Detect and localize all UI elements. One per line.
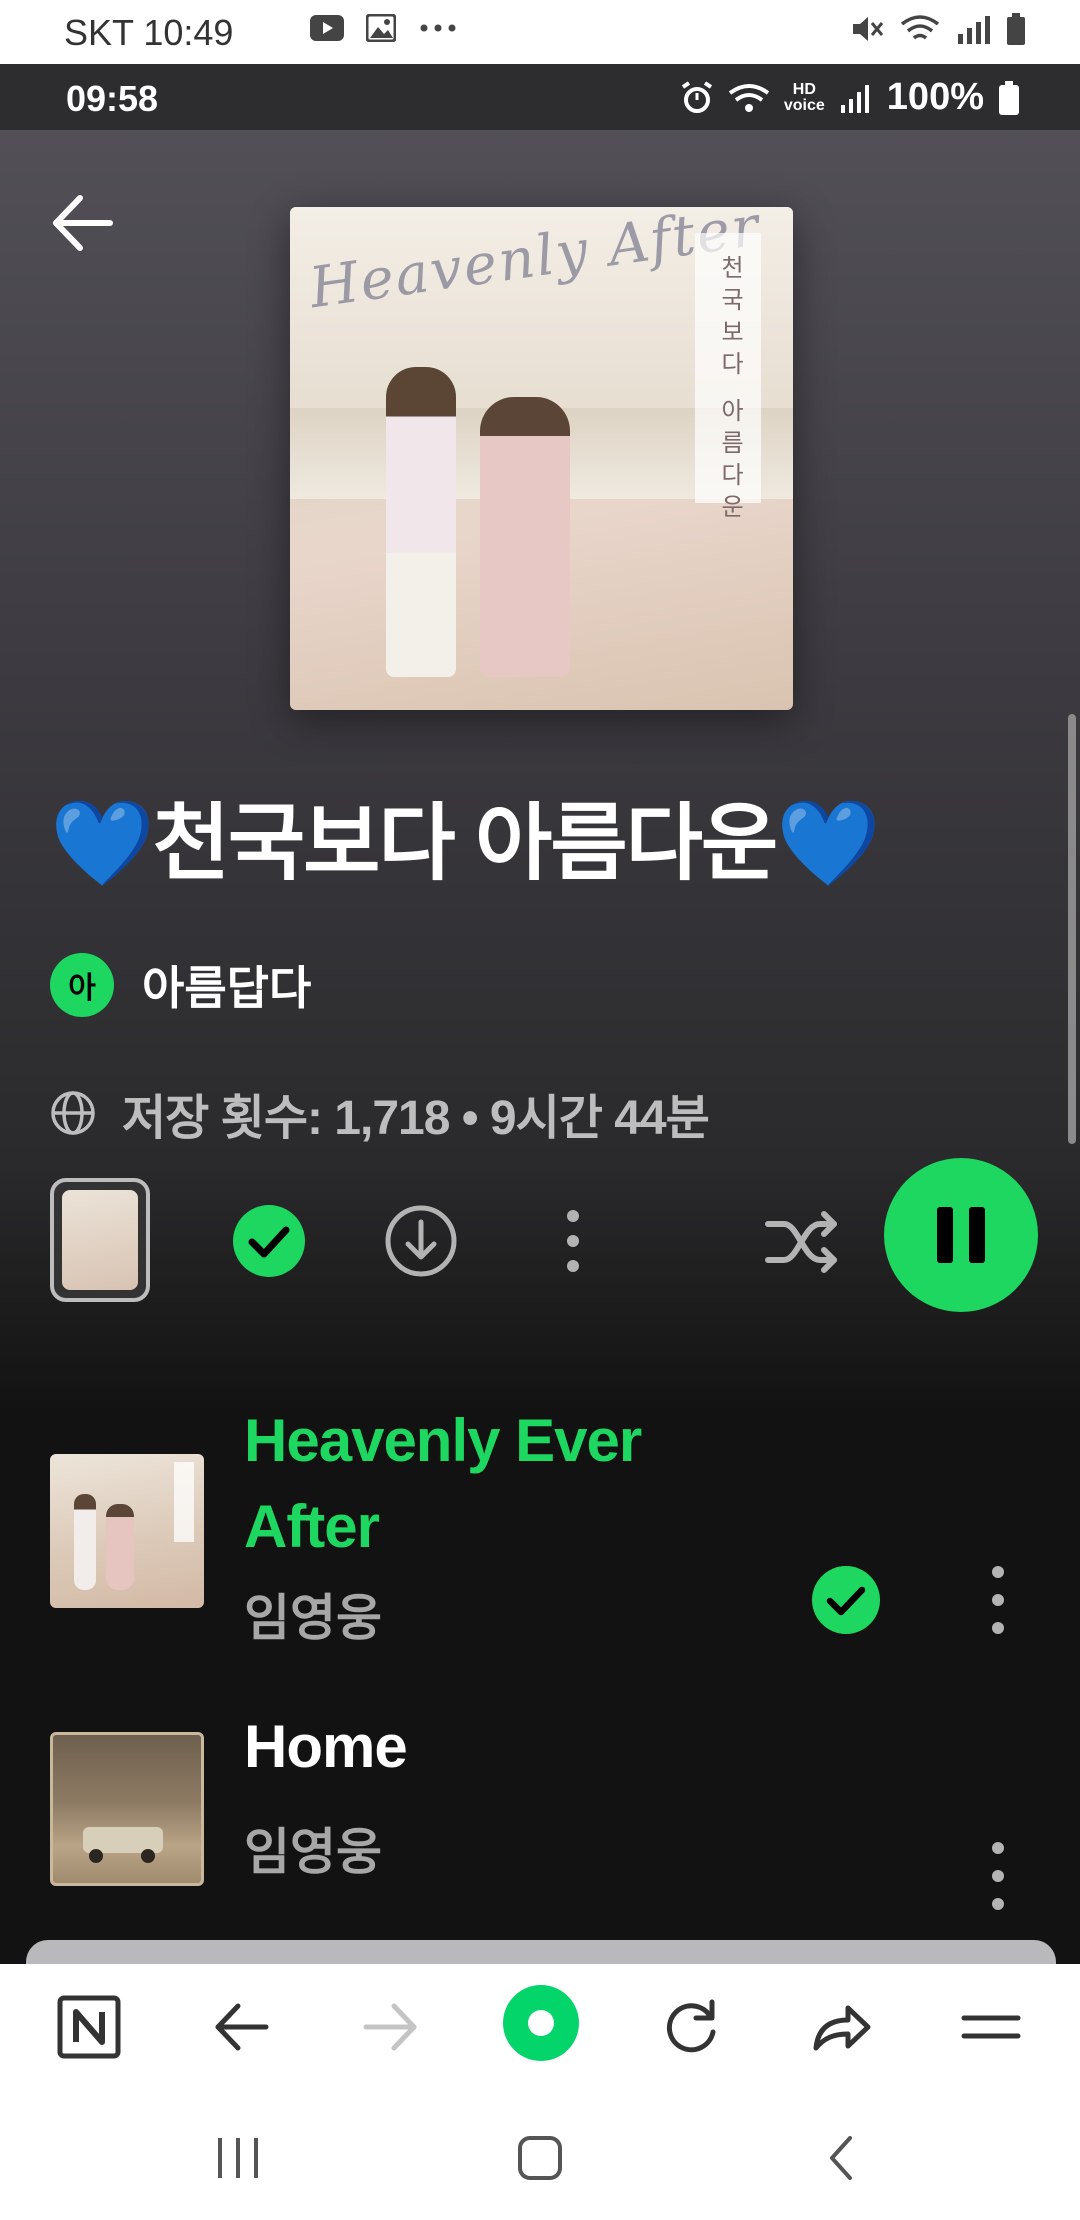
green-dot-home-icon[interactable] — [502, 1984, 580, 2062]
back-arrow-icon[interactable] — [48, 188, 118, 258]
thumbnail-image — [62, 1190, 138, 1290]
home-icon[interactable] — [510, 2128, 570, 2188]
track-title-line1: Heavenly Ever — [244, 1407, 642, 1474]
track-more-icon[interactable] — [968, 1560, 1028, 1640]
globe-icon — [51, 1091, 95, 1135]
signal-icon — [958, 16, 990, 44]
menu-icon[interactable] — [958, 1994, 1024, 2060]
track-more-icon[interactable] — [968, 1836, 1028, 1916]
art-figure-man — [74, 1494, 96, 1590]
voice-label: voice — [783, 96, 825, 114]
notification-icons — [310, 14, 458, 42]
hd-label: HD — [792, 80, 816, 98]
youtube-icon — [310, 15, 344, 41]
art-text-panel — [174, 1462, 194, 1542]
track-row[interactable]: Home 임영웅 — [0, 1704, 1080, 1924]
mute-icon — [853, 17, 884, 41]
save-count-duration: 저장 횟수: 1,718 • 9시간 44분 — [122, 1092, 710, 1145]
app-status-time: 09:58 — [66, 78, 159, 119]
spotify-playlist-screen: 09:58 HD voice 100% Heavenly After 천국보다 … — [0, 64, 1080, 1964]
gallery-icon — [366, 14, 396, 42]
battery-icon — [1007, 13, 1025, 45]
app-status-bar: 09:58 HD voice 100% — [0, 64, 1080, 130]
cover-person-woman — [480, 397, 570, 677]
wifi-icon — [728, 83, 770, 112]
system-back-icon[interactable] — [812, 2128, 872, 2188]
cover-person-man — [386, 367, 456, 677]
owner-name[interactable]: 아름답다 — [142, 952, 311, 1018]
refresh-icon[interactable] — [658, 1994, 724, 2060]
track-title-line2: After — [244, 1493, 380, 1560]
track-artist: 임영웅 — [244, 1824, 382, 1880]
naver-home-icon[interactable] — [56, 1994, 122, 2060]
app-status-icons: HD voice 100% — [680, 76, 1020, 119]
track-row[interactable]: Heavenly Ever After 임영웅 — [0, 1384, 1080, 1646]
more-notifications-icon — [420, 24, 456, 32]
back-icon[interactable] — [208, 1994, 274, 2060]
forward-icon[interactable] — [358, 1994, 424, 2060]
recent-apps-icon[interactable] — [208, 2128, 268, 2188]
playlist-owner[interactable]: 아 아름답다 — [50, 952, 311, 1018]
track-artist: 임영웅 — [244, 1590, 382, 1646]
playlist-preview-thumbnail[interactable] — [50, 1178, 150, 1302]
track-album-art — [50, 1732, 204, 1886]
alarm-icon — [681, 80, 712, 113]
track-title: Heavenly Ever After — [244, 1398, 642, 1570]
scrollbar[interactable] — [1068, 714, 1076, 1144]
art-car-wheel — [141, 1849, 155, 1863]
browser-toolbar — [0, 1964, 1080, 2090]
battery-percent: 100% — [886, 76, 984, 118]
pause-icon — [937, 1207, 985, 1263]
battery-icon — [999, 80, 1019, 115]
art-car-wheel — [89, 1849, 103, 1863]
saved-check-icon[interactable] — [230, 1202, 308, 1280]
playlist-meta: 저장 횟수: 1,718 • 9시간 44분 — [50, 1078, 710, 1148]
signal-icon — [840, 84, 869, 113]
shuffle-icon[interactable] — [762, 1202, 842, 1282]
track-saved-check-icon[interactable] — [810, 1564, 882, 1636]
playlist-cover-image: Heavenly After 천국보다 아름다운 — [290, 207, 793, 710]
more-options-icon[interactable] — [534, 1202, 612, 1280]
track-album-art — [50, 1454, 204, 1608]
track-title: Home — [244, 1713, 408, 1780]
art-figure-woman — [106, 1504, 134, 1590]
wifi-icon — [900, 15, 940, 40]
cover-vertical-text: 천국보다 아름다운 — [716, 255, 743, 526]
playlist-title: 💙천국보다 아름다운💙 — [50, 796, 881, 890]
download-icon[interactable] — [382, 1202, 460, 1280]
share-icon[interactable] — [808, 1994, 874, 2060]
pause-button[interactable] — [884, 1158, 1038, 1312]
carrier-time: SKT 10:49 — [64, 12, 234, 53]
owner-avatar[interactable]: 아 — [50, 953, 114, 1017]
device-status-bar: SKT 10:49 — [0, 0, 1080, 64]
device-status-icons — [850, 12, 1026, 46]
hd-voice-label: HD voice — [783, 80, 825, 114]
system-navigation-bar — [0, 2090, 1080, 2220]
